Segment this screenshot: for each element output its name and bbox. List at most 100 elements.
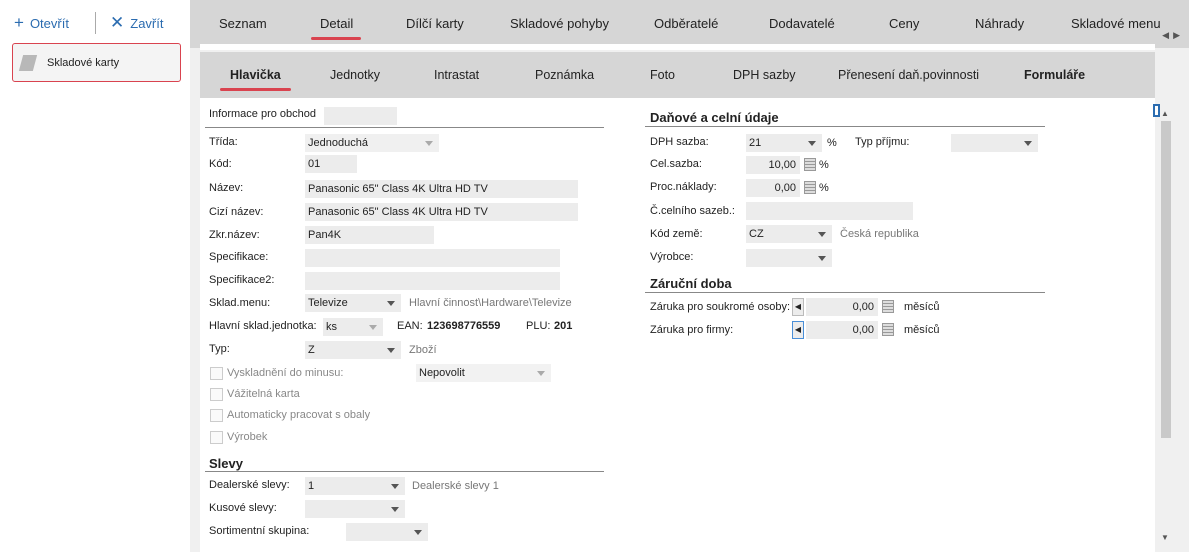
tab-skladove-pohyby[interactable]: Skladové pohyby — [510, 16, 609, 31]
zaruka-soukrome-field[interactable]: 0,00 — [806, 298, 894, 316]
vyskladneni-checkbox[interactable] — [210, 367, 223, 380]
plu-value: 201 — [554, 320, 573, 332]
celni-sazeb-label: Č.celního sazeb.: — [650, 205, 735, 217]
vyrobek-checkbox[interactable] — [210, 431, 223, 444]
sklad-menu-label: Sklad.menu: — [209, 297, 271, 309]
kod-label: Kód: — [209, 158, 232, 170]
tab-dph-sazby[interactable]: DPH sazby — [733, 68, 796, 82]
calculator-icon[interactable] — [804, 181, 816, 194]
zaruka-firmy-value: 0,00 — [852, 324, 874, 336]
proc-naklady-field[interactable]: 0,00 — [746, 179, 816, 197]
tab-hlavicka[interactable]: Hlavička — [220, 68, 291, 91]
zaruka-firmy-unit-button[interactable]: ◀ — [792, 321, 804, 339]
specifikace2-field[interactable] — [305, 272, 560, 290]
scroll-down-icon[interactable]: ▼ — [1161, 533, 1169, 542]
vazitelna-checkbox[interactable] — [210, 388, 223, 401]
ean-value: 123698776559 — [427, 320, 501, 332]
document-icon — [18, 54, 38, 71]
specifikace-label: Specifikace: — [209, 251, 269, 263]
jednotka-select[interactable]: ks — [323, 318, 383, 336]
zaruka-soukrome-label: Záruka pro soukromé osoby: — [650, 301, 791, 313]
calculator-icon[interactable] — [804, 158, 816, 171]
kusove-select[interactable] — [305, 500, 405, 518]
zaruka-firmy-field[interactable]: 0,00 — [806, 321, 894, 339]
obaly-checkbox[interactable] — [210, 409, 223, 422]
kod-zeme-label: Kód země: — [650, 228, 703, 240]
close-button[interactable]: ✕ Zavřít — [110, 13, 163, 32]
cizi-nazev-field[interactable]: Panasonic 65" Class 4K Ultra HD TV — [305, 203, 578, 221]
ean-label: EAN: — [397, 320, 423, 332]
obaly-label: Automaticky pracovat s obaly — [227, 409, 371, 421]
tab-intrastat[interactable]: Intrastat — [434, 68, 479, 82]
tab-seznam[interactable]: Seznam — [219, 16, 267, 31]
typ-prijmu-select[interactable] — [951, 134, 1038, 152]
tab-ceny[interactable]: Ceny — [889, 16, 919, 31]
calculator-icon[interactable] — [882, 323, 894, 336]
scroll-up-icon[interactable]: ▲ — [1161, 109, 1169, 118]
proc-naklady-value: 0,00 — [774, 182, 796, 194]
tab-skladove-menu[interactable]: Skladové menu — [1071, 16, 1161, 31]
nazev-label: Název: — [209, 182, 244, 194]
sklad-menu-path: Hlavní činnost\Hardware\Televize — [409, 297, 572, 309]
tab-formulare[interactable]: Formuláře — [1024, 68, 1085, 82]
trida-select[interactable]: Jednoduchá — [305, 134, 439, 152]
plu-label: PLU: — [526, 320, 551, 332]
typ-prijmu-label: Typ příjmu: — [855, 136, 910, 148]
celni-sazeb-field[interactable] — [746, 202, 913, 220]
cel-sazba-label: Cel.sazba: — [650, 158, 702, 170]
tab-foto[interactable]: Foto — [650, 68, 675, 82]
vyrobce-select[interactable] — [746, 249, 832, 267]
vazitelna-label: Vážitelná karta — [227, 388, 300, 400]
dealer-select[interactable]: 1 — [305, 477, 405, 495]
dph-select[interactable]: 21 — [746, 134, 822, 152]
vyrobce-label: Výrobce: — [650, 251, 694, 263]
trida-label: Třída: — [209, 136, 238, 148]
info-label: Informace pro obchod — [209, 108, 317, 120]
vertical-scrollbar[interactable]: ▲ ▼ — [1158, 105, 1172, 547]
dealer-hint: Dealerské slevy 1 — [412, 480, 499, 492]
open-button[interactable]: + Otevřít — [14, 13, 69, 32]
skladove-karty-item[interactable]: Skladové karty — [12, 43, 181, 82]
tab-dodavatele[interactable]: Dodavatelé — [769, 16, 835, 31]
zaruka-soukrome-unit: měsíců — [904, 301, 940, 313]
dealer-label: Dealerské slevy: — [209, 479, 290, 491]
vyskladneni-label: Vyskladnění do minusu: — [227, 367, 344, 379]
tab-scroll-arrows[interactable]: ◀▶ — [1162, 30, 1184, 41]
info-field[interactable] — [324, 107, 397, 125]
cel-sazba-field[interactable]: 10,00 — [746, 156, 816, 174]
typ-hint: Zboží — [409, 344, 437, 356]
tab-detail[interactable]: Detail — [310, 16, 362, 40]
typ-select[interactable]: Z — [305, 341, 401, 359]
specifikace2-label: Specifikace2: — [209, 274, 275, 286]
calculator-icon[interactable] — [882, 300, 894, 313]
tab-nahrady[interactable]: Náhrady — [975, 16, 1024, 31]
kod-field[interactable]: 01 — [305, 155, 357, 173]
kod-zeme-hint: Česká republika — [840, 228, 919, 240]
kod-zeme-select[interactable]: CZ — [746, 225, 832, 243]
sortiment-select[interactable] — [346, 523, 428, 541]
zkr-nazev-label: Zkr.název: — [209, 229, 260, 241]
tab-poznamka[interactable]: Poznámka — [535, 68, 594, 82]
sklad-menu-select[interactable]: Televize — [305, 294, 401, 312]
left-panel: + Otevřít ✕ Zavřít Skladové karty — [0, 0, 190, 552]
vyskladneni-select[interactable]: Nepovolit — [416, 364, 551, 382]
dph-percent: % — [827, 137, 837, 149]
cizi-nazev-label: Cizí název: — [209, 206, 264, 218]
nazev-field[interactable]: Panasonic 65" Class 4K Ultra HD TV — [305, 180, 578, 198]
scroll-thumb[interactable] — [1161, 121, 1171, 438]
zkr-nazev-field[interactable]: Pan4K — [305, 226, 434, 244]
tab-preneseni[interactable]: Přenesení daň.povinnosti — [838, 68, 979, 82]
tab-odberatele[interactable]: Odběratelé — [654, 16, 718, 31]
cel-percent: % — [819, 159, 829, 171]
zaruka-firmy-unit: měsíců — [904, 324, 940, 336]
toolbar-divider — [95, 12, 96, 34]
plus-icon: + — [14, 13, 24, 32]
zaruka-soukrome-unit-button[interactable]: ◀ — [792, 298, 804, 316]
tab-dilci-karty[interactable]: Dílčí karty — [406, 16, 464, 31]
kusove-label: Kusové slevy: — [209, 502, 277, 514]
proc-naklady-label: Proc.náklady: — [650, 181, 717, 193]
sortiment-label: Sortimentní skupina: — [209, 525, 310, 537]
tab-jednotky[interactable]: Jednotky — [330, 68, 380, 82]
zaruka-soukrome-value: 0,00 — [852, 301, 874, 313]
specifikace-field[interactable] — [305, 249, 560, 267]
